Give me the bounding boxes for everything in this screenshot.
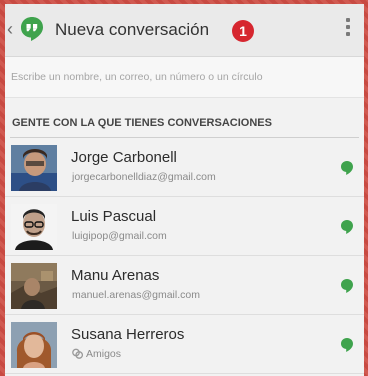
contact-circle: Amigos: [86, 348, 122, 360]
search-bar: [5, 57, 364, 98]
annotation-badge: 1: [232, 20, 254, 42]
avatar: [11, 145, 57, 191]
overflow-menu-icon[interactable]: [345, 18, 351, 42]
circles-icon: [72, 348, 83, 359]
hangouts-presence-icon: [341, 279, 353, 293]
contact-email: luigipop@gmail.com: [72, 230, 167, 242]
app-screen: ‹ Nueva conversación 1 GENTE CON LA QUE …: [5, 4, 364, 376]
avatar: [11, 204, 57, 250]
app-bar: ‹ Nueva conversación 1: [5, 4, 364, 57]
hangouts-logo-icon[interactable]: [19, 16, 45, 42]
contact-name: Susana Herreros: [71, 326, 185, 343]
page-title: Nueva conversación: [55, 20, 210, 39]
avatar: [11, 263, 57, 309]
contact-email: manuel.arenas@gmail.com: [72, 289, 200, 301]
contact-row[interactable]: Luis Pascual luigipop@gmail.com: [5, 197, 364, 256]
contact-row[interactable]: Susana Herreros Amigos: [5, 315, 364, 374]
contact-name: Jorge Carbonell: [71, 149, 177, 166]
section-header: GENTE CON LA QUE TIENES CONVERSACIONES: [12, 117, 272, 129]
contact-name: Luis Pascual: [71, 208, 157, 225]
back-chevron-icon[interactable]: ‹: [7, 20, 13, 38]
contact-search-input[interactable]: [11, 67, 356, 87]
contact-row[interactable]: Jorge Carbonell jorgecarbonelldiaz@gmail…: [5, 138, 364, 197]
hangouts-presence-icon: [341, 220, 353, 234]
contact-row[interactable]: Manu Arenas manuel.arenas@gmail.com: [5, 256, 364, 315]
avatar: [11, 322, 57, 368]
hangouts-presence-icon: [341, 161, 353, 175]
hangouts-presence-icon: [341, 338, 353, 352]
contact-name: Manu Arenas: [71, 267, 160, 284]
contact-email: jorgecarbonelldiaz@gmail.com: [72, 171, 216, 183]
